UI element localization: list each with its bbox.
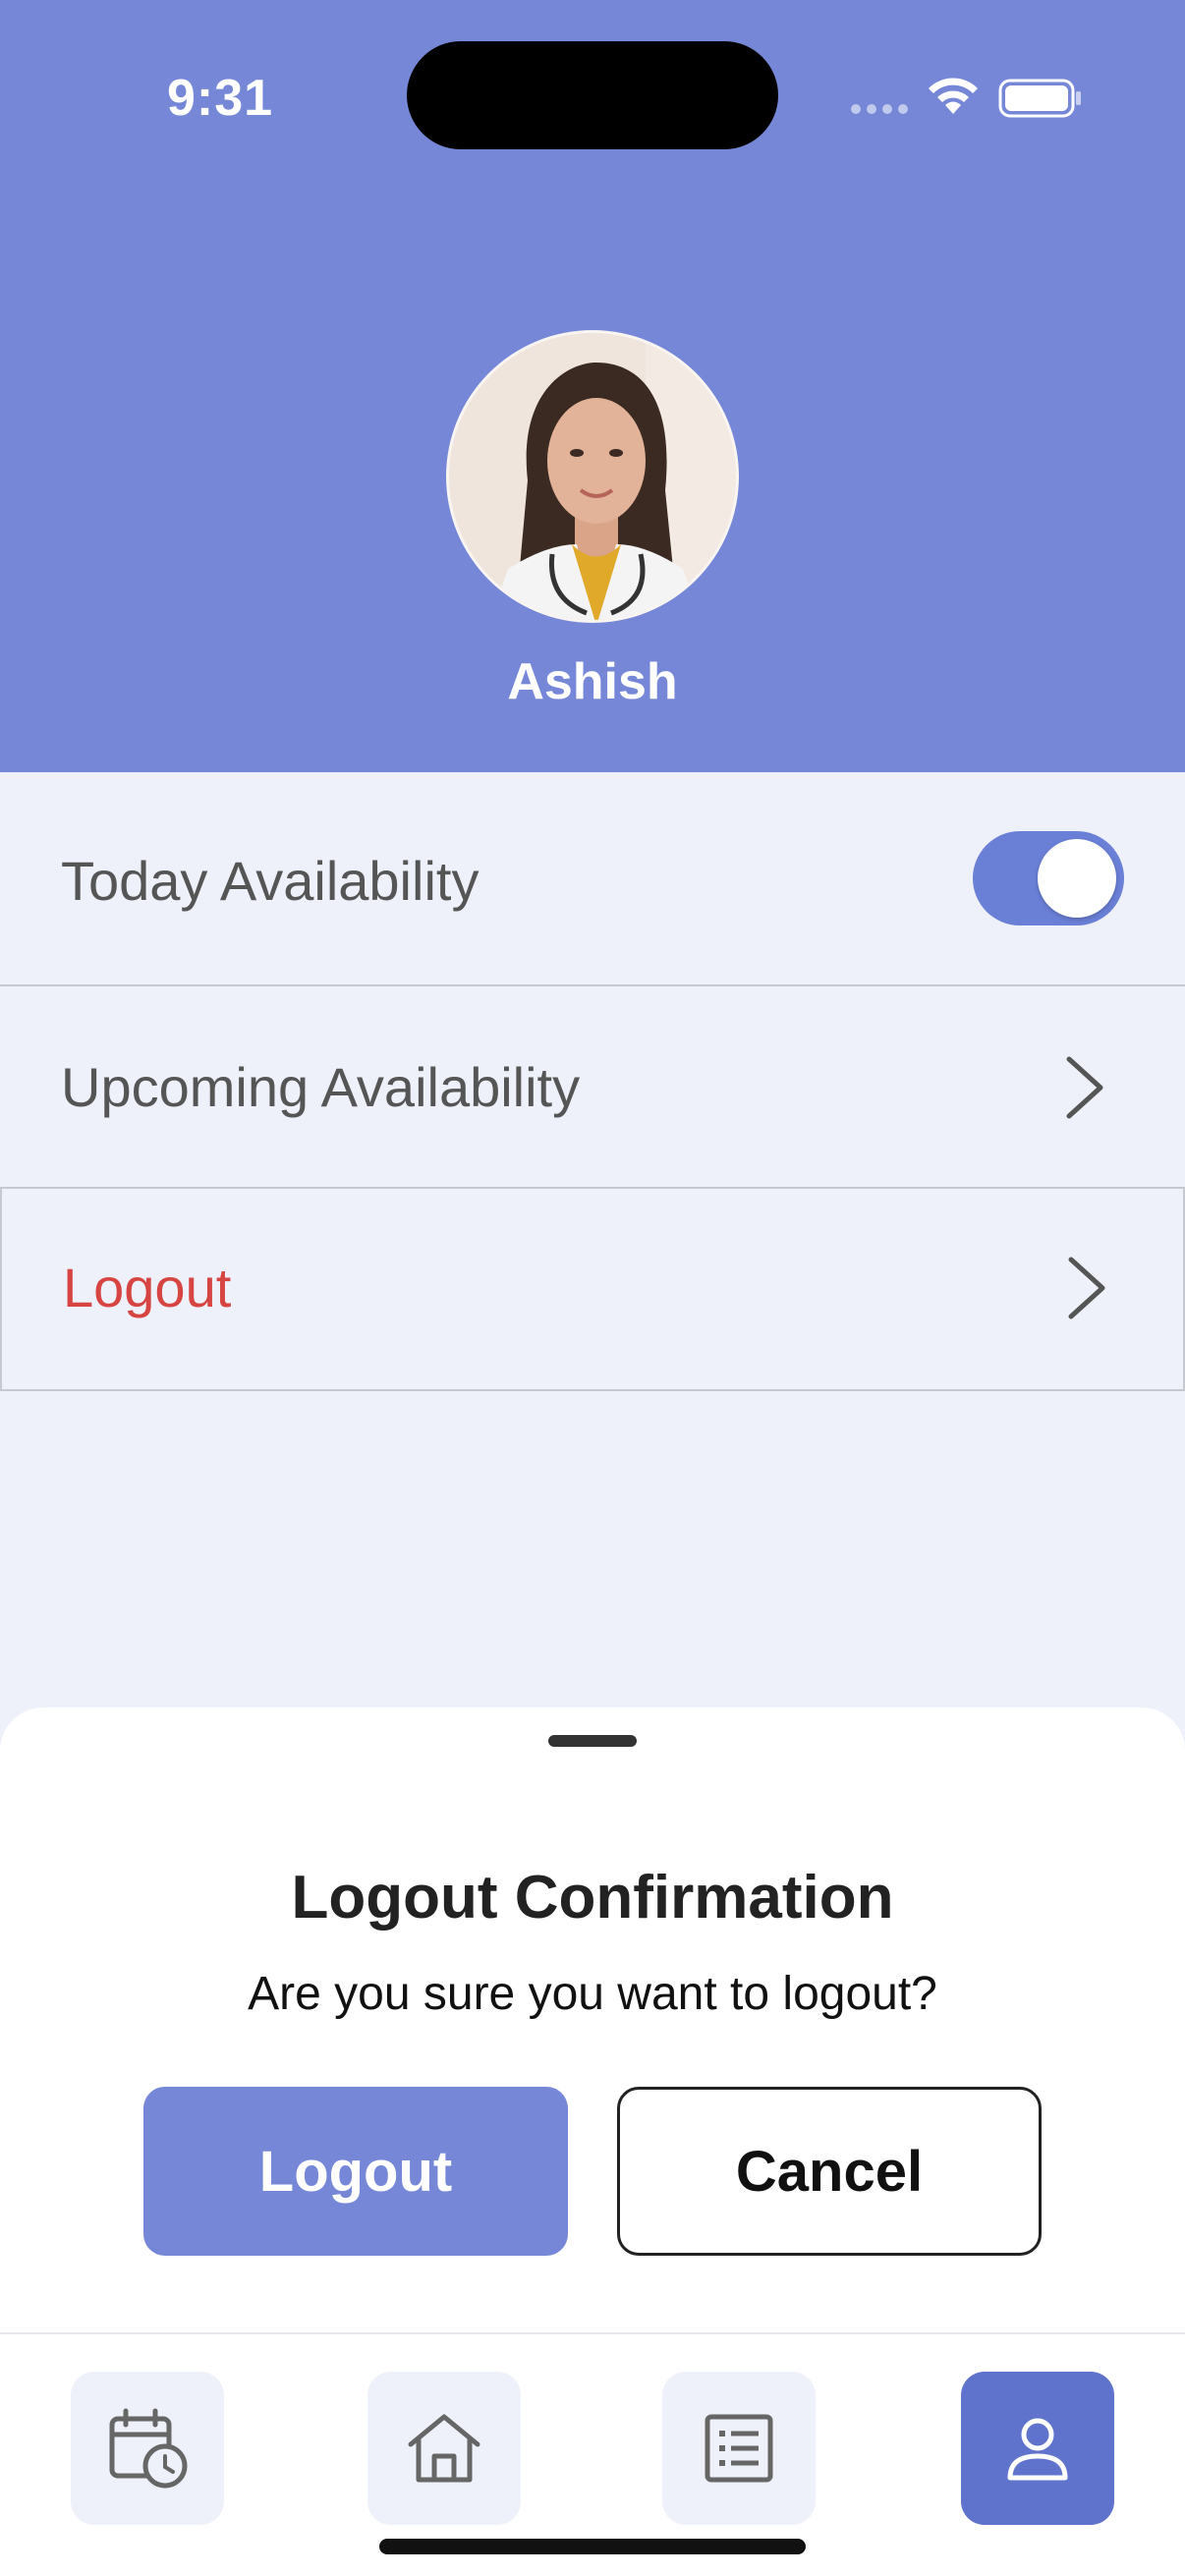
battery-icon bbox=[998, 79, 1081, 118]
calendar-clock-icon bbox=[109, 2408, 188, 2489]
toggle-knob bbox=[1038, 839, 1116, 918]
upcoming-availability-label: Upcoming Availability bbox=[61, 1056, 581, 1118]
list-icon bbox=[705, 2414, 773, 2483]
chevron-right-icon bbox=[1068, 1257, 1105, 1319]
today-availability-row: Today Availability bbox=[0, 772, 1185, 986]
confirm-logout-button[interactable]: Logout bbox=[143, 2087, 568, 2256]
tab-home[interactable] bbox=[367, 2372, 521, 2525]
sheet-drag-handle[interactable] bbox=[548, 1735, 637, 1747]
home-indicator bbox=[379, 2539, 806, 2554]
status-icons bbox=[845, 69, 1081, 122]
logout-confirmation-sheet: Logout Confirmation Are you sure you wan… bbox=[0, 1708, 1185, 2332]
logout-row[interactable]: Logout bbox=[0, 1189, 1185, 1391]
chevron-right-icon bbox=[1066, 1056, 1103, 1119]
person-icon bbox=[1007, 2418, 1068, 2481]
tab-profile[interactable] bbox=[961, 2372, 1114, 2525]
dialog-title: Logout Confirmation bbox=[291, 1864, 894, 1932]
tab-list[interactable] bbox=[662, 2372, 816, 2525]
cellular-signal-icon bbox=[851, 104, 910, 114]
avatar bbox=[446, 330, 739, 623]
home-icon bbox=[408, 2414, 480, 2483]
dialog-message: Are you sure you want to logout? bbox=[248, 1968, 937, 2020]
wifi-icon bbox=[929, 78, 978, 114]
logout-label: Logout bbox=[63, 1257, 232, 1318]
dynamic-island bbox=[407, 41, 778, 149]
today-availability-label: Today Availability bbox=[61, 850, 480, 912]
profile-name: Ashish bbox=[507, 653, 678, 710]
tab-schedule[interactable] bbox=[71, 2372, 224, 2525]
profile-header: 9:31 Ashish bbox=[0, 0, 1185, 772]
upcoming-availability-row[interactable]: Upcoming Availability bbox=[0, 986, 1185, 1189]
cancel-button[interactable]: Cancel bbox=[617, 2087, 1042, 2256]
today-availability-toggle[interactable] bbox=[973, 831, 1124, 925]
status-time: 9:31 bbox=[167, 70, 274, 127]
